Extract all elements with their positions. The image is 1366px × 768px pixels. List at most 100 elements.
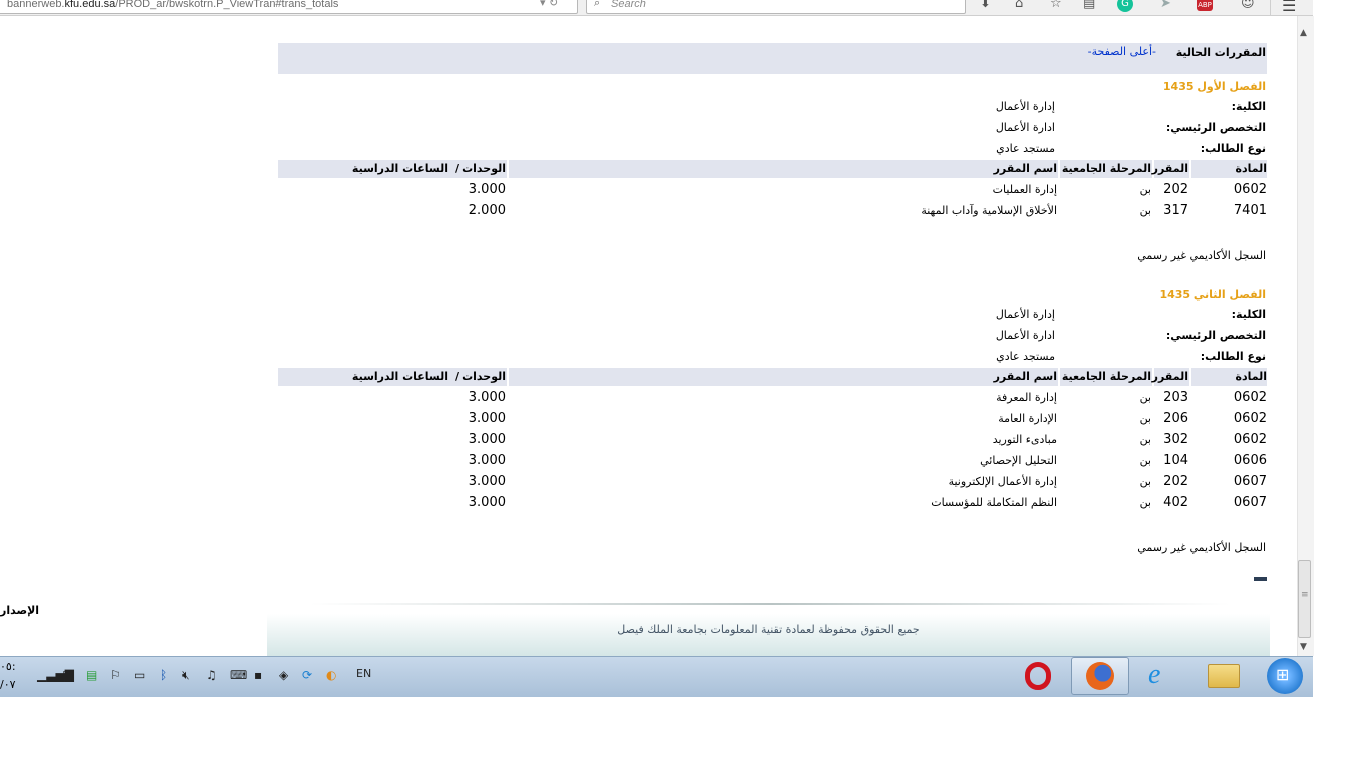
adblock-icon[interactable]: ABP xyxy=(1197,0,1213,11)
table-row: 0606 104 بن التحليل الإحصائي 3.000 xyxy=(278,452,1267,473)
row-title: التحليل الإحصائي xyxy=(980,454,1057,467)
row-course: 202 xyxy=(1163,182,1188,197)
row-course: 203 xyxy=(1163,390,1188,405)
emoji-icon[interactable]: ☺ xyxy=(1241,0,1255,12)
row-subject: 0602 xyxy=(1233,432,1267,447)
row-title: إدارة المعرفة xyxy=(996,391,1057,404)
table-row: 0602 302 بن مبادىء التوريد 3.000 xyxy=(278,431,1267,452)
download-icon[interactable]: ⬇ xyxy=(980,0,991,12)
app-orange-icon[interactable]: ◐ xyxy=(326,668,336,682)
column-level: المرحلة الجامعية xyxy=(1061,370,1151,383)
row-title: الإدارة العامة xyxy=(998,412,1057,425)
column-separator: / xyxy=(455,370,460,383)
security-icon[interactable]: ◈ xyxy=(279,668,288,682)
clock-date[interactable]: /٠٧ xyxy=(0,678,16,691)
row-subject: 7401 xyxy=(1233,203,1267,218)
sync-icon[interactable]: ⟳ xyxy=(302,668,312,682)
keyboard-icon[interactable]: ⌨ xyxy=(230,668,247,682)
bluetooth-icon[interactable]: ᛒ xyxy=(160,668,167,682)
column-hours: الساعات الدراسية xyxy=(351,162,448,175)
search-input[interactable]: Search xyxy=(586,0,966,14)
table-row: 0602 202 بن إدارة العمليات 3.000 xyxy=(278,181,1267,202)
row-course: 302 xyxy=(1163,432,1188,447)
reload-icon[interactable]: ▾ ↻ xyxy=(540,0,558,9)
term-title: الفصل الأول 1435 xyxy=(1162,80,1266,93)
course-table-header: المادة المقرر المرحلة الجامعية اسم المقر… xyxy=(278,160,1267,178)
scroll-grip-icon: ≡ xyxy=(1301,590,1309,600)
scroll-down-icon[interactable]: ▼ xyxy=(1300,642,1307,652)
camera-icon[interactable]: ▪ xyxy=(254,668,262,682)
college-value: إدارة الأعمال xyxy=(995,100,1055,113)
app-green-icon[interactable]: ▤ xyxy=(86,668,97,682)
unofficial-record-note: السجل الأكاديمي غير رسمي xyxy=(1137,249,1266,262)
row-title: النظم المتكاملة للمؤسسات xyxy=(931,496,1057,509)
row-level: بن xyxy=(1139,412,1151,425)
column-title: اسم المقرر xyxy=(993,370,1057,383)
row-course: 206 xyxy=(1163,411,1188,426)
row-level: بن xyxy=(1139,433,1151,446)
major-value: ادارة الأعمال xyxy=(995,121,1055,134)
explorer-taskbar-button[interactable] xyxy=(1197,657,1249,695)
row-subject: 0607 xyxy=(1233,495,1267,510)
url-path: /PROD_ar/bwskotrn.P_ViewTran#trans_total… xyxy=(115,0,339,10)
major-label: التخصص الرئيسي: xyxy=(1165,329,1266,342)
ie-taskbar-button[interactable]: e xyxy=(1136,657,1188,695)
footer-divider xyxy=(310,603,1230,605)
bookmark-star-icon[interactable]: ☆ xyxy=(1050,0,1062,12)
clipboard-icon[interactable]: ▣ xyxy=(62,668,73,682)
row-subject: 0602 xyxy=(1233,182,1267,197)
row-level: بن xyxy=(1139,204,1151,217)
major-value: ادارة الأعمال xyxy=(995,329,1055,342)
action-center-flag-icon[interactable]: ⚐ xyxy=(110,668,121,682)
row-level: بن xyxy=(1139,496,1151,509)
row-units: 3.000 xyxy=(468,432,506,447)
firefox-taskbar-button[interactable] xyxy=(1071,657,1129,695)
home-icon[interactable]: ⌂ xyxy=(1015,0,1023,12)
clock-time[interactable]: ٠٥: xyxy=(0,660,16,673)
row-units: 3.000 xyxy=(468,390,506,405)
row-units: 3.000 xyxy=(468,411,506,426)
speaker-muted-icon[interactable]: 🔇︎ xyxy=(182,668,190,683)
column-hours: الساعات الدراسية xyxy=(351,370,448,383)
url-host-domain: kfu.edu.sa xyxy=(64,0,116,10)
library-icon[interactable]: ▤ xyxy=(1083,0,1095,12)
student-type-value: مستجد عادي xyxy=(996,350,1055,363)
audio-device-icon[interactable]: ♫ xyxy=(206,668,217,682)
language-indicator[interactable]: EN xyxy=(356,667,371,680)
top-of-page-link[interactable]: -أعلى الصفحة- xyxy=(1088,45,1156,58)
url-bar[interactable]: bannerweb.kfu.edu.sa/PROD_ar/bwskotrn.P_… xyxy=(0,0,578,14)
column-separator: / xyxy=(455,162,460,175)
menu-icon[interactable]: ☰ xyxy=(1282,0,1302,15)
ie-icon: e xyxy=(1148,659,1161,690)
course-table-header: المادة المقرر المرحلة الجامعية اسم المقر… xyxy=(278,368,1267,386)
major-label: التخصص الرئيسي: xyxy=(1165,121,1266,134)
section-title: المقررات الحالية xyxy=(1175,46,1266,59)
page-marker xyxy=(1254,577,1267,581)
row-units: 3.000 xyxy=(468,495,506,510)
table-row: 0602 206 بن الإدارة العامة 3.000 xyxy=(278,410,1267,431)
scroll-up-icon[interactable]: ▲ xyxy=(1300,28,1307,38)
start-button[interactable]: ⊞ xyxy=(1267,658,1303,694)
row-level: بن xyxy=(1139,183,1151,196)
table-row: 7401 317 بن الأخلاق الإسلامية وآداب المه… xyxy=(278,202,1267,223)
student-type-label: نوع الطالب: xyxy=(1200,350,1266,363)
folder-icon xyxy=(1208,664,1240,688)
term-title: الفصل الثاني 1435 xyxy=(1159,288,1266,301)
table-row: 0607 402 بن النظم المتكاملة للمؤسسات 3.0… xyxy=(278,494,1267,515)
column-subject: المادة xyxy=(1235,370,1267,383)
column-course: المقرر xyxy=(1151,370,1188,383)
display-icon[interactable]: ▭ xyxy=(134,668,145,682)
row-subject: 0607 xyxy=(1233,474,1267,489)
row-subject: 0602 xyxy=(1233,390,1267,405)
row-level: بن xyxy=(1139,391,1151,404)
send-icon[interactable]: ➤ xyxy=(1160,0,1171,12)
footer-copyright: جميع الحقوق محفوظة لعمادة تقنية المعلوما… xyxy=(617,623,920,636)
opera-taskbar-button[interactable] xyxy=(1012,657,1064,695)
url-host-prefix: bannerweb. xyxy=(7,0,65,10)
toolbar-separator xyxy=(1270,0,1271,15)
row-subject: 0602 xyxy=(1233,411,1267,426)
college-label: الكلية: xyxy=(1231,308,1266,321)
firefox-icon xyxy=(1086,662,1114,690)
column-units: الوحدات xyxy=(462,370,506,383)
row-title: مبادىء التوريد xyxy=(992,433,1057,446)
